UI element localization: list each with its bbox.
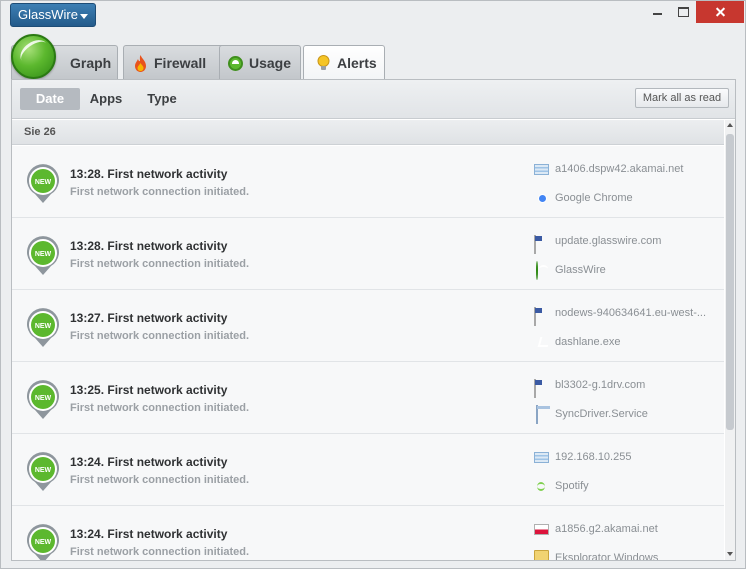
glasswire-icon	[536, 261, 538, 280]
new-badge-icon: NEW	[27, 524, 59, 560]
alert-title: 13:28. First network activity	[70, 167, 228, 181]
alert-host[interactable]: a1856.g2.akamai.net	[555, 523, 715, 535]
new-badge-icon: NEW	[27, 308, 59, 347]
lightbulb-icon	[317, 55, 330, 70]
window-icon	[536, 405, 538, 424]
mark-all-read-button[interactable]: Mark all as read	[635, 88, 729, 108]
alerts-panel: Date Apps Type Mark all as read Sie 26 N…	[11, 79, 736, 561]
title-bar: GlassWire	[1, 1, 745, 33]
alert-host[interactable]: 192.168.10.255	[555, 451, 715, 463]
alert-subtitle: First network connection initiated.	[70, 546, 250, 558]
folder-icon	[534, 550, 549, 560]
tab-alerts-label: Alerts	[337, 55, 377, 71]
us-flag-icon	[534, 235, 536, 254]
alert-host[interactable]: nodews-940634641.eu-west-...	[555, 307, 715, 319]
new-badge-text: NEW	[35, 467, 52, 474]
alerts-list[interactable]: Sie 26 NEW 13:28. First network activity F…	[12, 120, 724, 560]
close-button[interactable]	[696, 1, 744, 23]
tab-firewall-label: Firewall	[154, 55, 207, 71]
alert-subtitle: First network connection initiated.	[70, 330, 250, 342]
filter-apps[interactable]: Apps	[82, 88, 130, 110]
alert-subtitle: First network connection initiated.	[70, 258, 250, 270]
app-menu-label: GlassWire	[18, 7, 78, 22]
pl-flag-icon	[534, 524, 549, 535]
us-flag-icon	[534, 307, 536, 326]
alert-title: 13:24. First network activity	[70, 527, 228, 541]
network-icon	[534, 452, 549, 463]
alert-app[interactable]: GlassWire	[555, 264, 715, 276]
maximize-button[interactable]	[669, 1, 697, 23]
app-menu-button[interactable]: GlassWire	[10, 3, 96, 27]
alert-row[interactable]: NEW 13:24. First network activity First ne…	[12, 434, 724, 506]
alert-app[interactable]: Spotify	[555, 480, 715, 492]
new-badge-icon: NEW	[27, 452, 59, 491]
glasswire-logo-icon	[11, 34, 56, 79]
new-badge-text: NEW	[35, 539, 52, 546]
alert-title: 13:28. First network activity	[70, 239, 228, 253]
new-badge-text: NEW	[35, 323, 52, 330]
tab-graph-label: Graph	[70, 55, 112, 71]
alert-row[interactable]: NEW 13:24. First network activity First ne…	[12, 506, 724, 560]
new-badge-icon: NEW	[27, 164, 59, 203]
new-badge-icon: NEW	[27, 380, 59, 419]
alert-host[interactable]: update.glasswire.com	[555, 235, 715, 247]
tab-usage[interactable]: Usage	[219, 45, 301, 79]
alert-row[interactable]: NEW 13:27. First network activity First ne…	[12, 290, 724, 362]
alert-row[interactable]: NEW 13:28. First network activity First ne…	[12, 218, 724, 290]
alert-title: 13:27. First network activity	[70, 311, 228, 325]
alert-row[interactable]: NEW 13:28. First network activity First ne…	[12, 146, 724, 218]
new-badge-icon: NEW	[27, 236, 59, 275]
alert-app[interactable]: Google Chrome	[555, 192, 715, 204]
flame-icon	[135, 55, 146, 72]
alert-row[interactable]: NEW 13:25. First network activity First ne…	[12, 362, 724, 434]
filter-type[interactable]: Type	[136, 88, 188, 110]
alert-subtitle: First network connection initiated.	[70, 474, 250, 486]
scroll-down-icon[interactable]	[727, 552, 733, 556]
tab-firewall[interactable]: Firewall	[123, 45, 225, 79]
tab-alerts[interactable]: Alerts	[303, 45, 385, 81]
new-badge-text: NEW	[35, 179, 52, 186]
glasswire-window: GlassWire Graph Firewall Usage Alerts Da…	[0, 0, 746, 569]
us-flag-icon	[534, 379, 536, 398]
filter-toolbar: Date Apps Type Mark all as read	[12, 80, 735, 119]
scroll-up-icon[interactable]	[727, 123, 733, 127]
scroll-thumb[interactable]	[726, 134, 734, 430]
alert-app[interactable]: dashlane.exe	[555, 336, 715, 348]
network-icon	[534, 164, 549, 175]
minimize-button[interactable]	[643, 1, 671, 23]
new-badge-text: NEW	[35, 251, 52, 258]
date-header: Sie 26	[12, 120, 724, 145]
tab-usage-label: Usage	[249, 55, 292, 71]
vertical-scrollbar[interactable]	[725, 120, 735, 560]
alert-host[interactable]: bl3302-g.1drv.com	[555, 379, 715, 391]
alert-title: 13:24. First network activity	[70, 455, 228, 469]
alert-app[interactable]: SyncDriver.Service	[555, 408, 715, 420]
alert-host[interactable]: a1406.dspw42.akamai.net	[555, 163, 715, 175]
new-badge-text: NEW	[35, 395, 52, 402]
alert-subtitle: First network connection initiated.	[70, 186, 250, 198]
usage-icon	[228, 56, 243, 71]
alert-app[interactable]: Eksplorator Windows	[555, 552, 715, 560]
filter-date[interactable]: Date	[20, 88, 80, 110]
alert-title: 13:25. First network activity	[70, 383, 228, 397]
chevron-down-icon	[80, 14, 88, 19]
alert-subtitle: First network connection initiated.	[70, 402, 250, 414]
